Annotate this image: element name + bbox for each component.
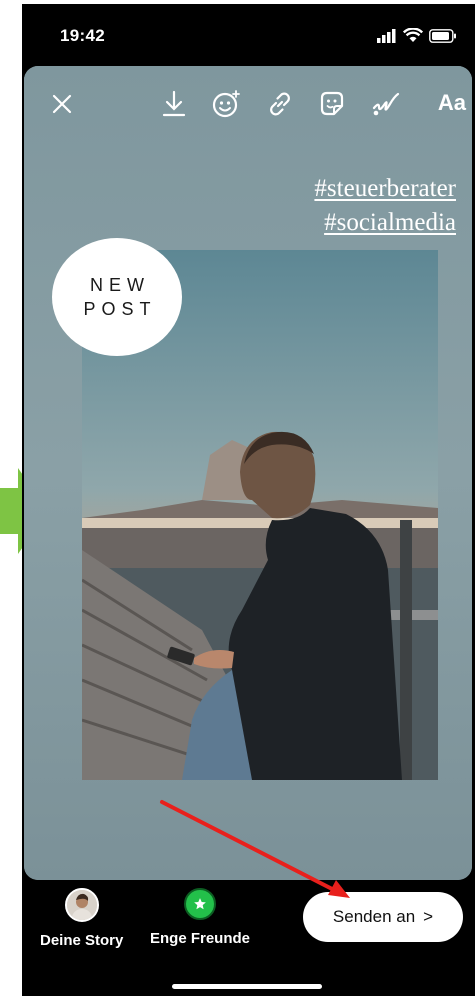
link-button[interactable] bbox=[262, 86, 298, 122]
draw-icon bbox=[372, 92, 400, 116]
badge-line: NEW bbox=[90, 275, 150, 295]
your-story-label: Deine Story bbox=[40, 932, 124, 949]
text-tool-button[interactable]: Aa bbox=[438, 90, 466, 116]
send-to-button[interactable]: Senden an > bbox=[303, 892, 463, 942]
hashtag-sticker[interactable]: #steuerberater bbox=[314, 172, 456, 206]
wifi-icon bbox=[403, 28, 423, 42]
avatar-icon bbox=[66, 890, 97, 920]
new-post-badge[interactable]: NEW POST bbox=[52, 238, 182, 356]
phone-screen: 19:42 Aa #steuerberater #socialmedia NEW… bbox=[22, 4, 475, 996]
download-icon bbox=[162, 90, 186, 117]
close-icon bbox=[52, 94, 72, 114]
status-icons bbox=[377, 28, 457, 43]
sticker-icon bbox=[320, 91, 344, 116]
chevron-right-icon: > bbox=[423, 907, 434, 926]
hashtag-sticker[interactable]: #socialmedia bbox=[314, 206, 456, 240]
close-friends-option[interactable]: Enge Freunde bbox=[150, 888, 250, 947]
status-time: 19:42 bbox=[60, 26, 105, 45]
send-to-label: Senden an bbox=[332, 907, 416, 926]
close-friends-label: Enge Freunde bbox=[150, 930, 251, 947]
download-button[interactable] bbox=[156, 86, 192, 122]
close-button[interactable] bbox=[44, 86, 80, 122]
face-effects-button[interactable] bbox=[208, 86, 244, 122]
story-toolbar: Aa bbox=[24, 86, 472, 126]
story-canvas[interactable]: Aa #steuerberater #socialmedia NEW POST bbox=[24, 66, 472, 880]
share-bar: Deine Story Enge Freunde Senden an > bbox=[22, 880, 475, 996]
star-icon bbox=[184, 888, 216, 920]
your-story-option[interactable]: Deine Story bbox=[40, 888, 123, 949]
badge-line: POST bbox=[83, 299, 157, 319]
link-icon bbox=[270, 92, 290, 116]
avatar bbox=[64, 888, 99, 922]
face-effects-icon bbox=[212, 90, 240, 118]
hashtag-stickers[interactable]: #steuerberater #socialmedia bbox=[314, 172, 456, 240]
sticker-button[interactable] bbox=[314, 86, 350, 122]
home-indicator bbox=[172, 984, 322, 989]
signal-icon bbox=[377, 28, 396, 43]
star-glyph-icon bbox=[194, 898, 206, 910]
battery-icon bbox=[429, 28, 456, 43]
draw-button[interactable] bbox=[368, 86, 404, 122]
